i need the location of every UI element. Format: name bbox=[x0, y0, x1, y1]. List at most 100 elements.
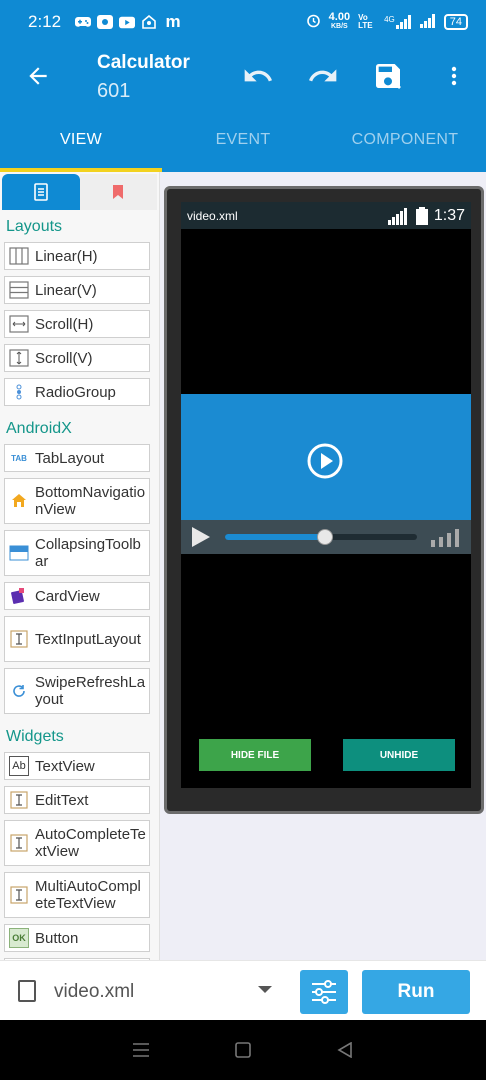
multiautocomplete-icon bbox=[9, 885, 29, 905]
app-subtitle: 601 bbox=[97, 80, 131, 102]
tab-component[interactable]: COMPONENT bbox=[324, 108, 486, 172]
signal-icon bbox=[419, 13, 436, 31]
palette-item-label: Linear(H) bbox=[35, 247, 98, 265]
preview-file-name: video.xml bbox=[187, 208, 238, 223]
preview-time: 1:37 bbox=[433, 206, 465, 224]
m-app-icon: m bbox=[165, 12, 181, 31]
palette-item-label: TextInputLayout bbox=[35, 630, 141, 648]
editor-tabs: VIEW EVENT COMPONENT bbox=[0, 108, 486, 172]
toolbar-icon bbox=[9, 543, 29, 563]
play-circle-icon[interactable] bbox=[306, 442, 344, 480]
tab-view[interactable]: VIEW bbox=[0, 108, 162, 172]
settings-button[interactable] bbox=[300, 970, 348, 1014]
screen: 2:12 m 4.00 KB/S Vo LTE 4G 74 Calculator… bbox=[0, 0, 486, 1080]
media-controls bbox=[181, 520, 471, 554]
dropdown-arrow-icon[interactable] bbox=[258, 986, 272, 993]
menu-icon bbox=[133, 1043, 149, 1057]
palette-item-label: SwipeRefreshLayout bbox=[35, 674, 146, 708]
palette-item-textview[interactable]: Ab TextView bbox=[4, 752, 150, 780]
volte-icon: Vo LTE bbox=[358, 13, 373, 30]
more-options-button[interactable] bbox=[436, 58, 472, 94]
palette-item-radiogroup[interactable]: RadioGroup bbox=[4, 378, 150, 406]
net-speed: 4.00 KB/S bbox=[328, 11, 351, 31]
hide-file-button[interactable]: HIDE FILE bbox=[199, 739, 311, 771]
palette-item-label: Button bbox=[35, 929, 79, 947]
palette-item-label: TabLayout bbox=[35, 449, 105, 467]
palette-item-edittext[interactable]: EditText bbox=[4, 786, 150, 814]
palette-item-button[interactable]: OK Button bbox=[4, 924, 150, 952]
square-icon bbox=[235, 1042, 251, 1058]
palette-item-scroll-v[interactable]: Scroll(V) bbox=[4, 344, 150, 372]
run-button[interactable]: Run bbox=[362, 970, 470, 1014]
status-bar: 2:12 m 4.00 KB/S Vo LTE 4G 74 bbox=[0, 0, 486, 44]
section-title-layouts: Layouts bbox=[6, 218, 63, 235]
status-right-icons: 4.00 KB/S Vo LTE 4G 74 bbox=[306, 11, 468, 31]
bottom-bar: video.xml Run bbox=[0, 960, 486, 1020]
design-preview: video.xml 1:37 HIDE FILE UNHIDE bbox=[160, 172, 486, 960]
cardview-icon bbox=[9, 586, 29, 606]
recents-button[interactable] bbox=[129, 1038, 153, 1062]
network-type: 4G bbox=[384, 15, 395, 24]
phone-status-icons: 1:37 bbox=[387, 206, 465, 225]
video-view[interactable] bbox=[181, 394, 471, 554]
status-time: 2:12 bbox=[28, 12, 62, 31]
undo-button[interactable] bbox=[240, 58, 276, 94]
bookmark-icon bbox=[113, 185, 124, 199]
palette-item-cardview[interactable]: CardView bbox=[4, 582, 150, 610]
palette-item-label: Linear(V) bbox=[35, 281, 97, 299]
palette-tab-favorites[interactable] bbox=[79, 174, 157, 210]
phone-status-bar: video.xml 1:37 bbox=[181, 202, 471, 229]
net-speed-unit: KB/S bbox=[331, 23, 348, 30]
cloud-app-icon bbox=[141, 15, 157, 29]
palette-item-label: Scroll(H) bbox=[35, 315, 94, 333]
system-nav-bar bbox=[0, 1020, 486, 1080]
palette-item-tablayout[interactable]: TAB TabLayout bbox=[4, 444, 150, 472]
save-button[interactable] bbox=[370, 58, 406, 94]
scroll-h-icon bbox=[9, 314, 29, 334]
palette-item-textinputlayout[interactable]: TextInputLayout bbox=[4, 616, 150, 662]
undo-icon bbox=[244, 69, 272, 82]
palette-item-label: EditText bbox=[35, 791, 89, 809]
phone-screen[interactable]: video.xml 1:37 HIDE FILE UNHIDE bbox=[181, 202, 471, 788]
widget-palette: Layouts Linear(H) Linear(V) Scroll(H) Sc… bbox=[0, 172, 160, 960]
battery-icon bbox=[415, 206, 428, 225]
save-icon bbox=[376, 64, 401, 89]
tune-icon bbox=[312, 980, 336, 1004]
redo-button[interactable] bbox=[305, 58, 341, 94]
unhide-button[interactable]: UNHIDE bbox=[343, 739, 455, 771]
gamepad-icon bbox=[75, 15, 92, 29]
back-nav-button[interactable] bbox=[333, 1038, 357, 1062]
linear-v-icon bbox=[9, 280, 29, 300]
net-speed-value: 4.00 bbox=[328, 11, 351, 23]
palette-item-linear-v[interactable]: Linear(V) bbox=[4, 276, 150, 304]
current-file-name[interactable]: video.xml bbox=[54, 981, 134, 1003]
tablayout-icon: TAB bbox=[11, 453, 27, 463]
palette-tab-widgets[interactable] bbox=[2, 174, 80, 210]
app-notification-icon bbox=[97, 15, 114, 29]
palette-item-scroll-h[interactable]: Scroll(H) bbox=[4, 310, 150, 338]
palette-item-bottomnavigationview[interactable]: BottomNavigationView bbox=[4, 478, 150, 524]
palette-item-label: CollapsingToolbar bbox=[35, 536, 141, 570]
palette-tabs bbox=[2, 174, 157, 210]
volume-level-icon[interactable] bbox=[431, 527, 463, 547]
youtube-icon bbox=[119, 15, 136, 29]
home-icon bbox=[9, 491, 29, 511]
home-button[interactable] bbox=[231, 1038, 255, 1062]
signal-icon bbox=[387, 207, 407, 225]
palette-item-swiperefreshlayout[interactable]: SwipeRefreshLayout bbox=[4, 668, 150, 714]
palette-item-collapsingtoolbar[interactable]: CollapsingToolbar bbox=[4, 530, 150, 576]
palette-item-multiautocompletetextview[interactable]: MultiAutoCompleteTextView bbox=[4, 872, 150, 918]
refresh-icon bbox=[9, 681, 29, 701]
seek-thumb[interactable] bbox=[316, 529, 333, 545]
palette-item-label: MultiAutoCompleteTextView bbox=[35, 878, 141, 912]
tab-event[interactable]: EVENT bbox=[162, 108, 324, 172]
palette-item-label: TextView bbox=[35, 757, 95, 775]
widgets-icon bbox=[33, 183, 48, 201]
play-icon[interactable] bbox=[189, 526, 211, 548]
back-button[interactable] bbox=[22, 60, 54, 92]
palette-item-autocompletetextview[interactable]: AutoCompleteTextView bbox=[4, 820, 150, 866]
button-icon: OK bbox=[9, 928, 29, 948]
palette-item-linear-h[interactable]: Linear(H) bbox=[4, 242, 150, 270]
app-title: Calculator bbox=[97, 52, 190, 73]
seek-bar[interactable] bbox=[225, 529, 417, 545]
